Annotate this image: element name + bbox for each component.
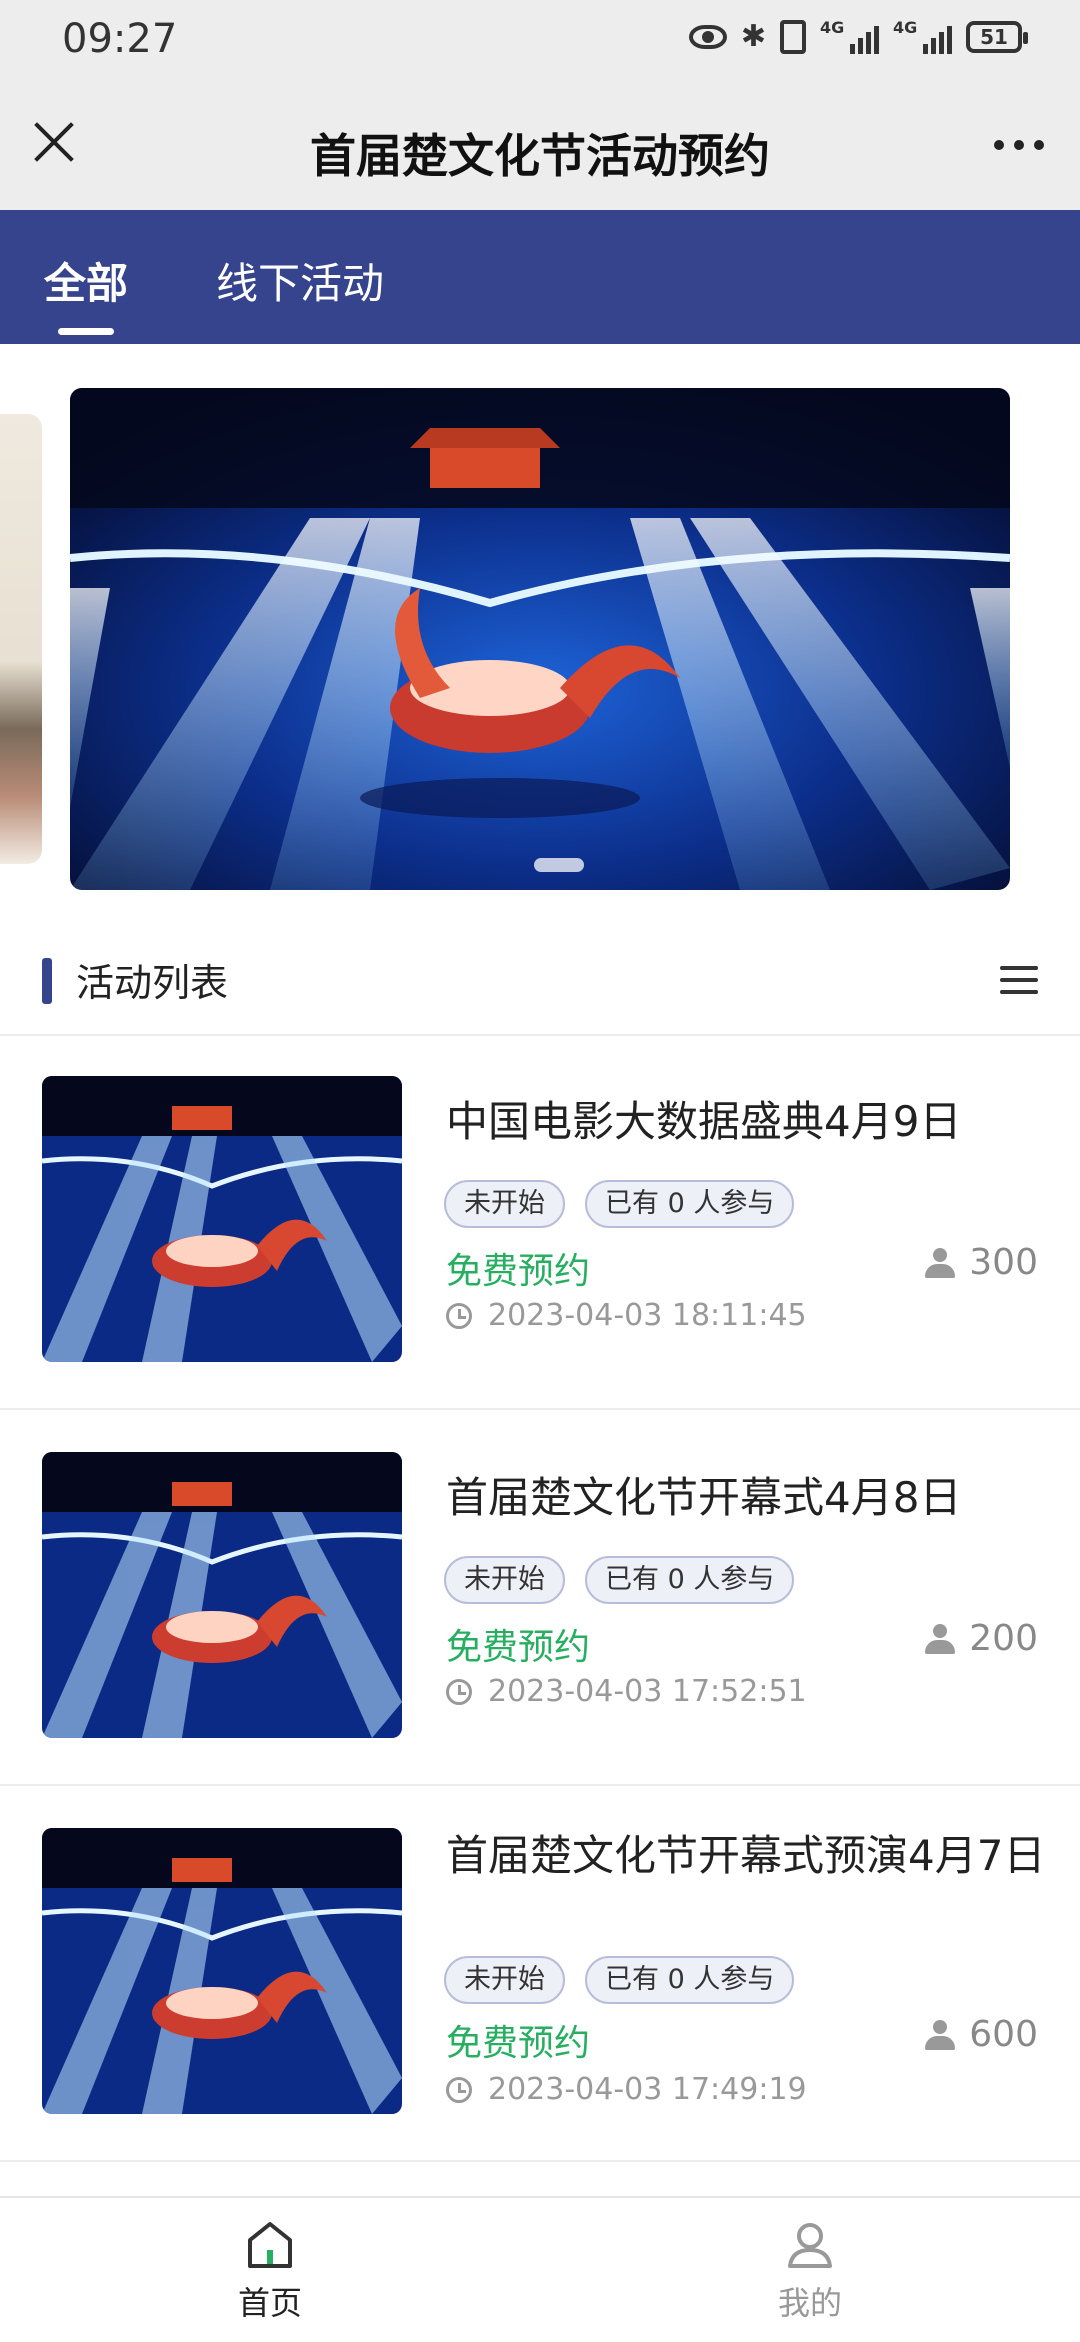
participants-badge: 已有 0 人参与 xyxy=(585,1556,795,1604)
tab-indicator xyxy=(58,328,114,335)
capacity: 200 xyxy=(925,1618,1038,1659)
vibrate-icon xyxy=(780,20,806,54)
activity-name: 首届楚文化节开幕式4月8日 xyxy=(446,1473,962,1522)
capacity: 300 xyxy=(925,1242,1038,1283)
activity-time-value: 2023-04-03 17:49:19 xyxy=(488,2072,807,2107)
status-icons: ✱ 4G 4G 51 xyxy=(688,18,1028,54)
status-badge: 未开始 xyxy=(444,1556,565,1604)
status-time: 09:27 xyxy=(62,16,178,62)
banner-image[interactable] xyxy=(70,388,1010,890)
menu-icon[interactable] xyxy=(1000,966,1038,1002)
activity-name: 中国电影大数据盛典4月9日 xyxy=(446,1097,962,1146)
capacity: 600 xyxy=(925,2014,1038,2055)
bluetooth-icon: ✱ xyxy=(740,19,766,54)
person-icon xyxy=(925,2019,956,2050)
section-title: 活动列表 xyxy=(76,961,229,1005)
activity-time: 2023-04-03 17:52:51 xyxy=(446,1674,807,1709)
bottom-nav: 首页 我的 xyxy=(0,2196,1080,2342)
signal-icon: 4G xyxy=(820,18,879,54)
activity-list-header: 活动列表 xyxy=(0,930,1080,1036)
thumbnail-image xyxy=(42,1076,402,1362)
price-label: 免费预约 xyxy=(446,1251,591,1292)
section-accent-bar xyxy=(42,958,52,1004)
status-badge: 未开始 xyxy=(444,1956,565,2004)
activity-time-value: 2023-04-03 17:52:51 xyxy=(488,1674,807,1709)
participants-badge: 已有 0 人参与 xyxy=(585,1956,795,2004)
banner-prev-slide[interactable] xyxy=(0,414,42,864)
activity-thumbnail xyxy=(42,1828,402,2114)
thumbnail-image xyxy=(42,1828,402,2114)
more-icon[interactable] xyxy=(994,140,1044,150)
clock-icon xyxy=(446,1678,472,1705)
status-bar: 09:27 ✱ 4G 4G 51 xyxy=(0,0,1080,82)
list-item[interactable]: 首届楚文化节开幕式预演4月7日 未开始 已有 0 人参与 免费预约 600 20… xyxy=(0,1786,1080,2162)
stage-light-show-image xyxy=(70,388,1010,890)
bottom-nav-home[interactable]: 首页 xyxy=(0,2198,540,2342)
activity-thumbnail xyxy=(42,1452,402,1738)
battery-icon: 51 xyxy=(966,21,1028,53)
signal-icon: 4G xyxy=(893,18,952,54)
activity-time-value: 2023-04-03 18:11:45 xyxy=(488,1298,807,1333)
status-badge: 未开始 xyxy=(444,1180,565,1228)
thumbnail-image xyxy=(42,1452,402,1738)
eye-icon xyxy=(688,25,727,49)
participants-badge: 已有 0 人参与 xyxy=(585,1180,795,1228)
person-icon xyxy=(925,1247,956,1278)
capacity-value: 300 xyxy=(969,1242,1038,1283)
home-icon xyxy=(246,2220,294,2270)
price-label: 免费预约 xyxy=(446,2023,591,2064)
tab-all[interactable]: 全部 xyxy=(44,250,128,311)
activity-time: 2023-04-03 18:11:45 xyxy=(446,1298,807,1333)
carousel-indicator xyxy=(534,858,584,872)
bottom-nav-me[interactable]: 我的 xyxy=(540,2198,1080,2342)
user-icon xyxy=(786,2220,834,2270)
nav-bar: 首届楚文化节活动预约 xyxy=(0,82,1080,210)
capacity-value: 200 xyxy=(969,1618,1038,1659)
activity-name: 首届楚文化节开幕式预演4月7日 xyxy=(446,1831,1046,1880)
tab-bar: 全部 线下活动 xyxy=(0,210,1080,344)
bottom-nav-me-label: 我的 xyxy=(777,2284,842,2322)
capacity-value: 600 xyxy=(969,2014,1038,2055)
bottom-nav-home-label: 首页 xyxy=(237,2284,302,2322)
clock-icon xyxy=(446,2076,472,2103)
activity-thumbnail xyxy=(42,1076,402,1362)
list-item[interactable]: 首届楚文化节开幕式4月8日 未开始 已有 0 人参与 免费预约 200 2023… xyxy=(0,1410,1080,1786)
tab-offline[interactable]: 线下活动 xyxy=(216,250,384,311)
price-label: 免费预约 xyxy=(446,1627,591,1668)
activity-time: 2023-04-03 17:49:19 xyxy=(446,2072,807,2107)
clock-icon xyxy=(446,1302,472,1329)
person-icon xyxy=(925,1623,956,1654)
list-item[interactable]: 中国电影大数据盛典4月9日 未开始 已有 0 人参与 免费预约 300 2023… xyxy=(0,1034,1080,1410)
page-title: 首届楚文化节活动预约 xyxy=(310,129,770,183)
